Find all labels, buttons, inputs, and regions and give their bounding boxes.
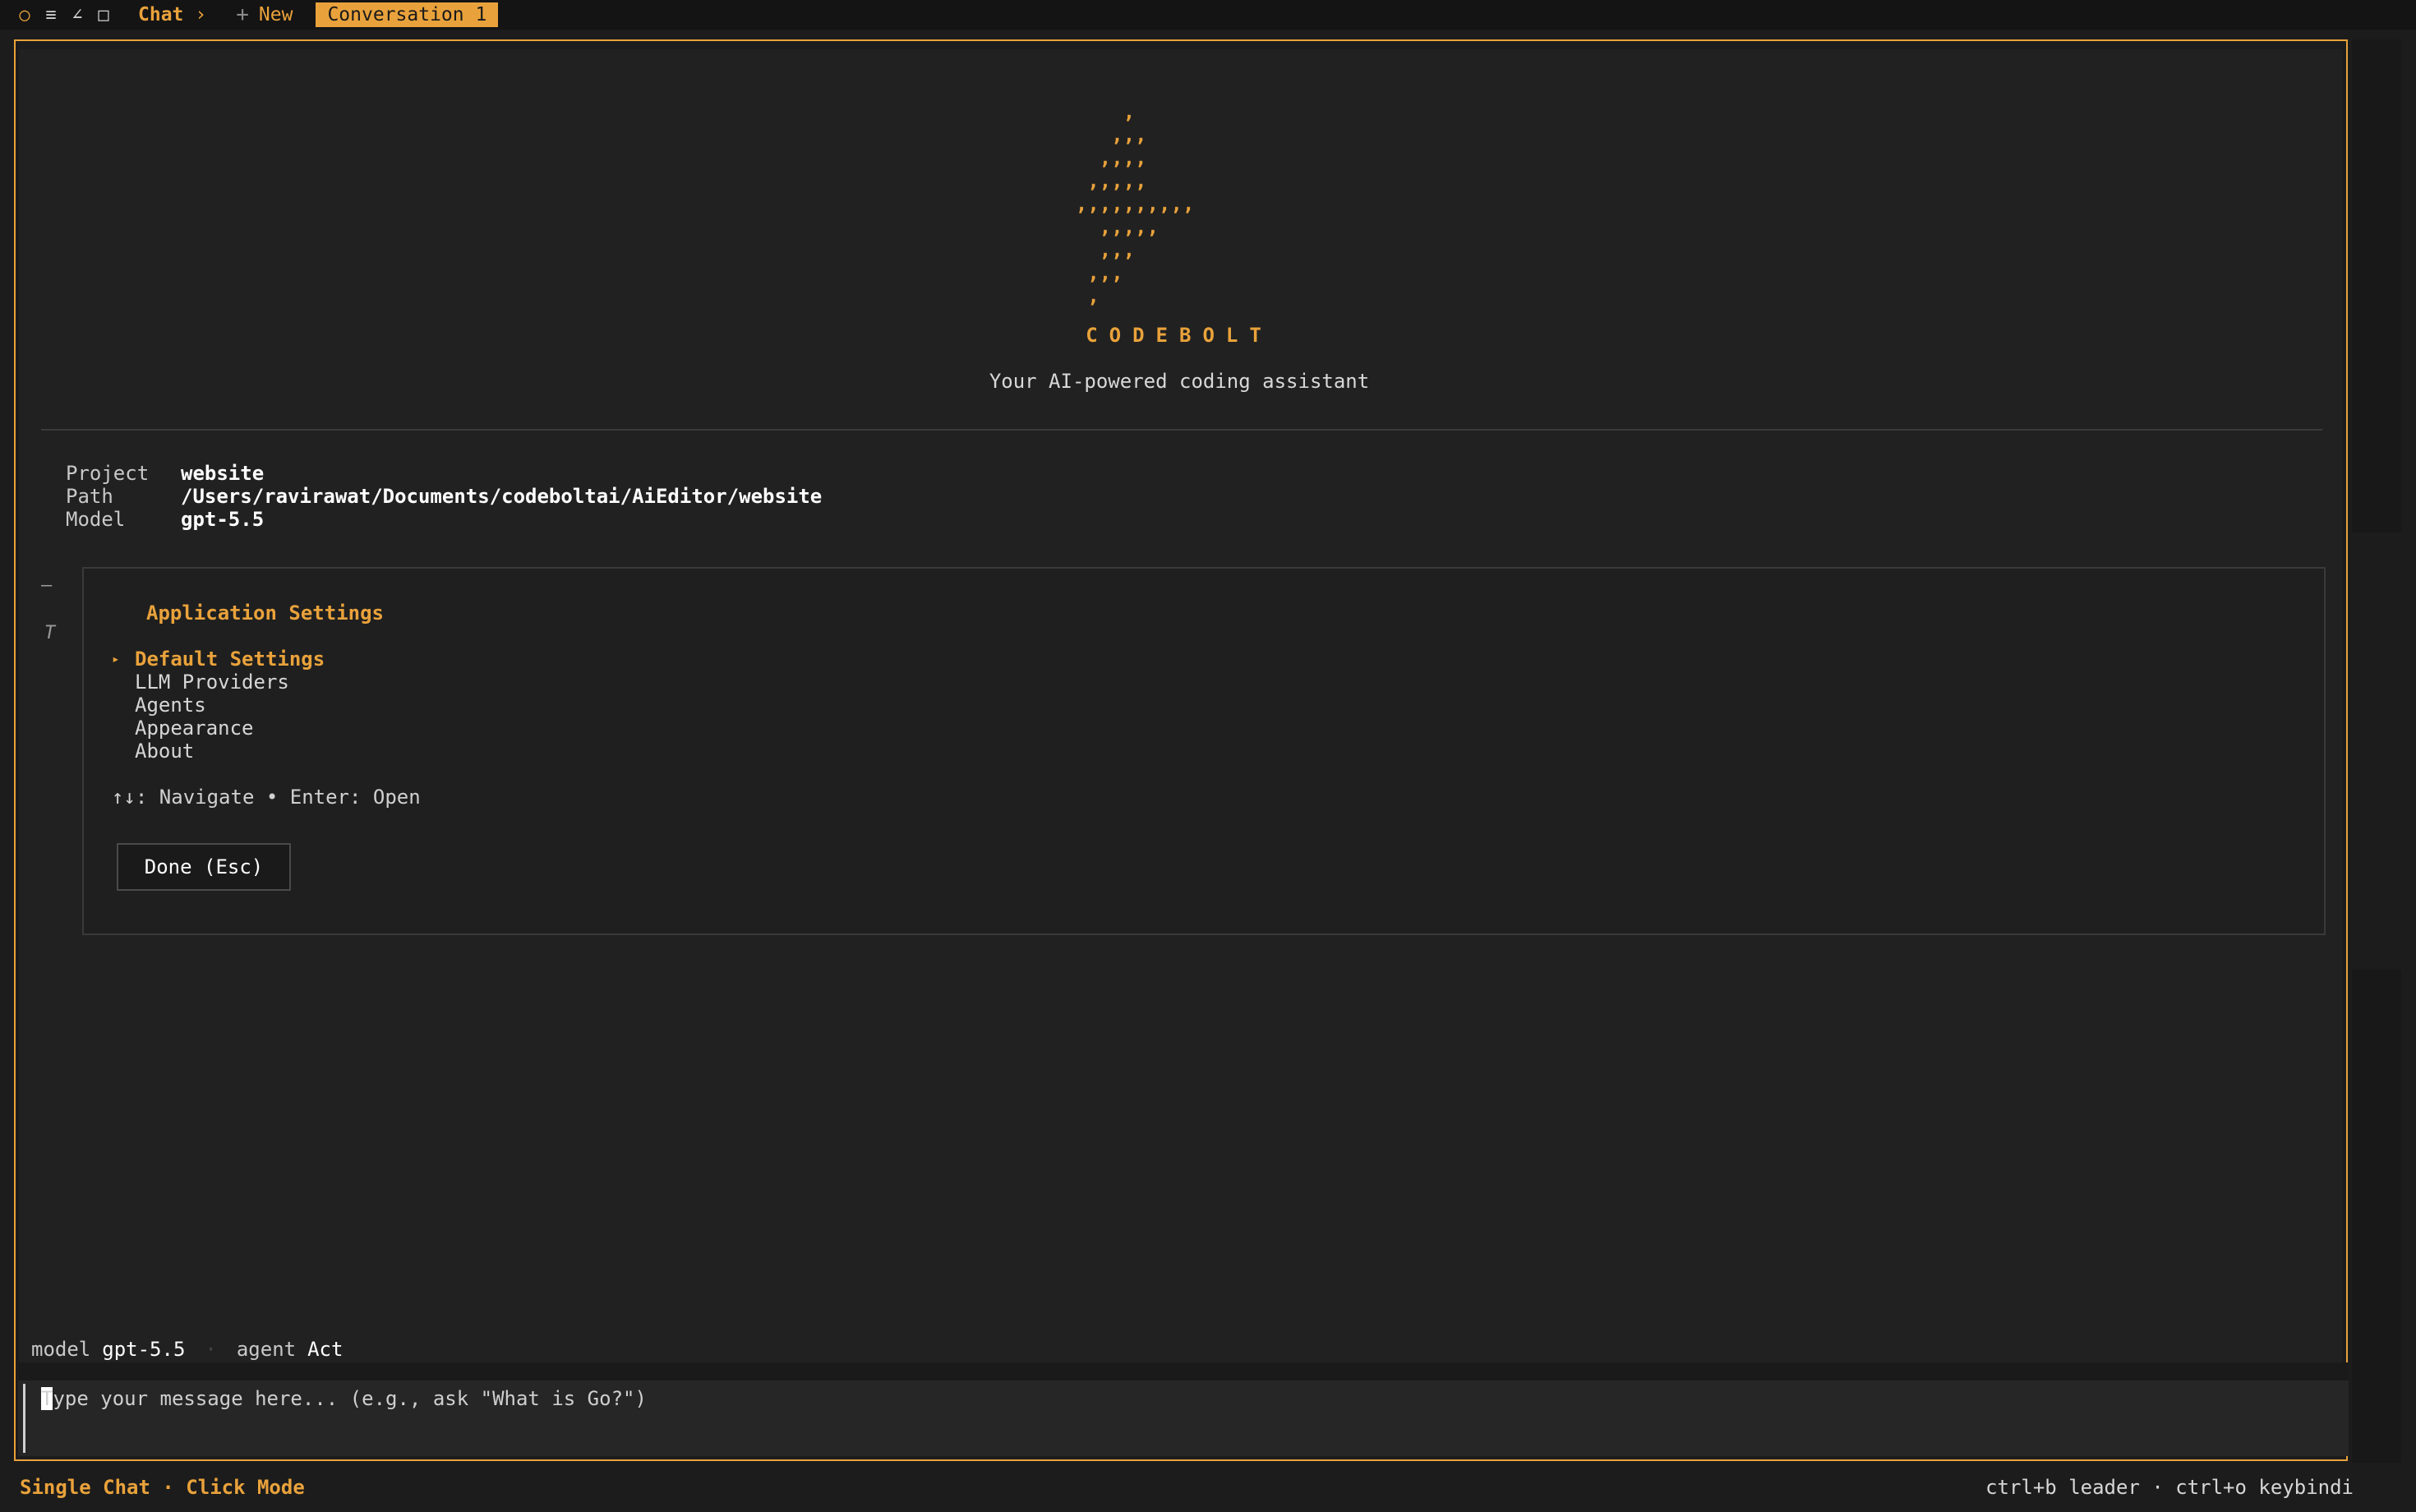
scrollbar-track-bottom[interactable]	[2352, 970, 2401, 1463]
settings-item-label: About	[135, 740, 195, 763]
settings-item-label: Agents	[135, 694, 206, 717]
tagline: Your AI-powered coding assistant	[989, 370, 1370, 393]
settings-menu: ▸ Default Settings LLM Providers Agents …	[112, 648, 325, 763]
done-button[interactable]: Done (Esc)	[117, 843, 291, 891]
side-t: T	[44, 623, 56, 643]
path-value: /Users/ravirawat/Documents/codeboltai/Ai…	[181, 485, 823, 508]
status-agent-value[interactable]: Act	[307, 1338, 343, 1361]
model-value: gpt-5.5	[181, 508, 265, 531]
tab-conversation-1[interactable]: Conversation 1	[316, 2, 499, 27]
chat-tab[interactable]: Chat	[138, 4, 183, 25]
application-settings-panel: Application Settings ▸ Default Settings …	[82, 567, 2326, 935]
keybinding-hint: ctrl+b leader · ctrl+o keybindi	[1985, 1476, 2354, 1499]
codebolt-logo: , ,,, ,,,, ,,,,, ,,,,,,,,,, ,,,,, ,,, ,,…	[1075, 100, 1195, 307]
circle-icon[interactable]: ○	[12, 0, 38, 30]
chevron-right-icon: ›	[195, 4, 207, 25]
settings-item-agents[interactable]: Agents	[112, 694, 325, 717]
project-value: website	[181, 462, 265, 485]
message-input-area[interactable]	[18, 1381, 2349, 1456]
status-agent-label: agent	[236, 1338, 297, 1361]
brand-title: CODEBOLT	[1086, 324, 1273, 347]
project-info: Project website Path /Users/ravirawat/Do…	[66, 462, 822, 531]
menu-icon[interactable]: ≡	[38, 0, 64, 30]
square-icon[interactable]: □	[90, 0, 117, 30]
project-label: Project	[66, 462, 150, 485]
top-tab-bar: ○ ≡ ∠ □ Chat › + New Conversation 1	[0, 0, 2416, 30]
selection-marker-icon: ▸	[112, 651, 120, 666]
settings-item-about[interactable]: About	[112, 740, 325, 763]
side-marks: — T	[41, 575, 55, 643]
input-left-bar	[23, 1384, 25, 1453]
settings-item-appearance[interactable]: Appearance	[112, 717, 325, 740]
plus-icon: +	[236, 2, 249, 27]
status-separator: ·	[205, 1338, 217, 1361]
scrollbar-track-top[interactable]	[2352, 39, 2401, 532]
settings-item-label: LLM Providers	[135, 671, 289, 694]
settings-item-label: Default Settings	[135, 648, 325, 671]
mode-indicator: Single Chat · Click Mode	[20, 1476, 305, 1499]
new-conversation-button[interactable]: + New	[236, 2, 293, 27]
new-label: New	[258, 4, 293, 25]
status-model-label: model	[31, 1338, 91, 1361]
settings-item-label: Appearance	[135, 717, 254, 740]
status-line: model gpt-5.5 · agent Act	[31, 1338, 343, 1361]
settings-title: Application Settings	[146, 602, 384, 625]
divider	[41, 429, 2322, 431]
message-input[interactable]	[41, 1384, 2326, 1413]
settings-item-default[interactable]: ▸ Default Settings	[112, 648, 325, 671]
side-dash: —	[41, 575, 53, 596]
settings-item-llm-providers[interactable]: LLM Providers	[112, 671, 325, 694]
pen-icon[interactable]: ∠	[64, 0, 90, 30]
footer-bar: Single Chat · Click Mode ctrl+b leader ·…	[0, 1471, 2416, 1504]
navigation-hint: ↑↓: Navigate • Enter: Open	[112, 786, 421, 809]
input-separator	[18, 1362, 2349, 1381]
path-label: Path	[66, 485, 113, 508]
status-model-value[interactable]: gpt-5.5	[102, 1338, 185, 1361]
model-label: Model	[66, 508, 126, 531]
